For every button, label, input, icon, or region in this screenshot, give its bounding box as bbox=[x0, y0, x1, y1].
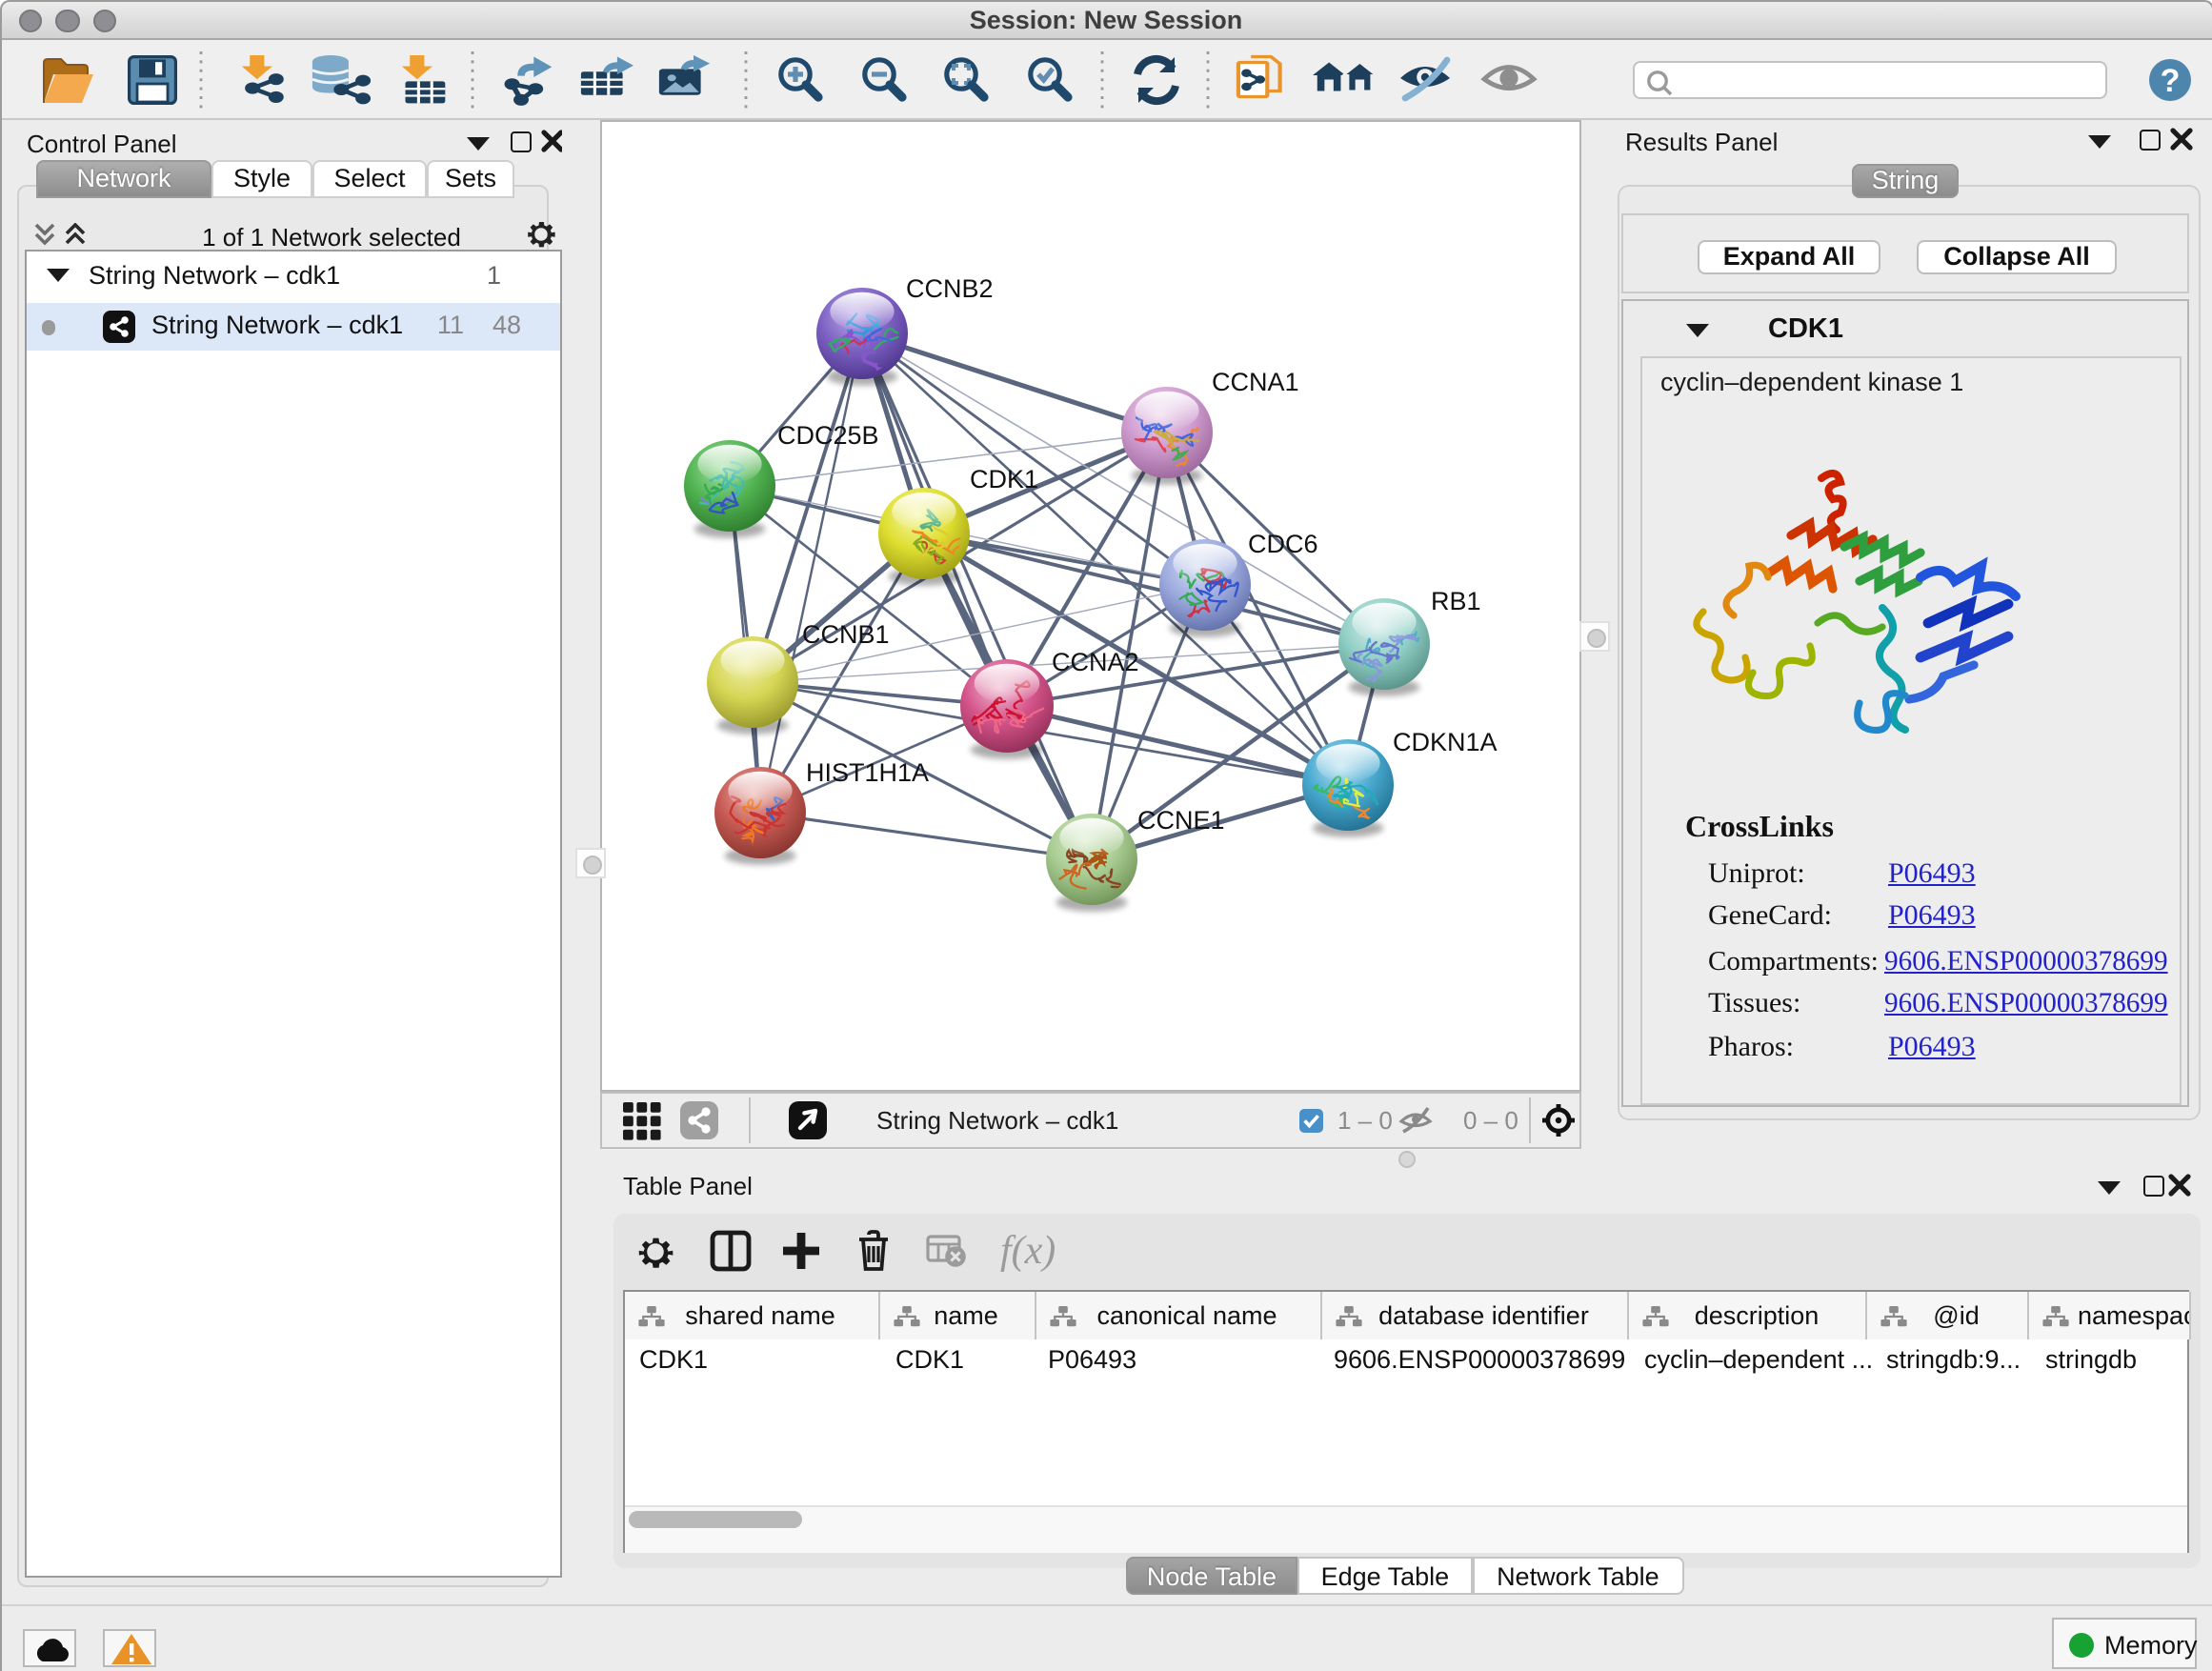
svg-text:?: ? bbox=[2161, 63, 2181, 99]
svg-text:HIST1H1A: HIST1H1A bbox=[806, 758, 929, 787]
svg-text:CDK1: CDK1 bbox=[970, 465, 1038, 493]
svg-text:CDKN1A: CDKN1A bbox=[1393, 728, 1498, 756]
svg-text:CCNB1: CCNB1 bbox=[802, 620, 890, 649]
svg-text:String Network – cdk1: String Network – cdk1 bbox=[876, 1106, 1118, 1135]
svg-text:1 – 0: 1 – 0 bbox=[1337, 1106, 1393, 1135]
svg-text:CCNA2: CCNA2 bbox=[1052, 648, 1139, 676]
svg-text:CCNA1: CCNA1 bbox=[1212, 368, 1299, 396]
svg-text:CDC6: CDC6 bbox=[1248, 530, 1318, 558]
svg-text:0 – 0: 0 – 0 bbox=[1463, 1106, 1518, 1135]
svg-text:CCNE1: CCNE1 bbox=[1137, 806, 1225, 835]
svg-text:CDC25B: CDC25B bbox=[777, 421, 879, 450]
svg-text:f(x): f(x) bbox=[1000, 1229, 1056, 1273]
svg-text:CCNB2: CCNB2 bbox=[906, 274, 994, 303]
svg-text:RB1: RB1 bbox=[1431, 587, 1481, 615]
